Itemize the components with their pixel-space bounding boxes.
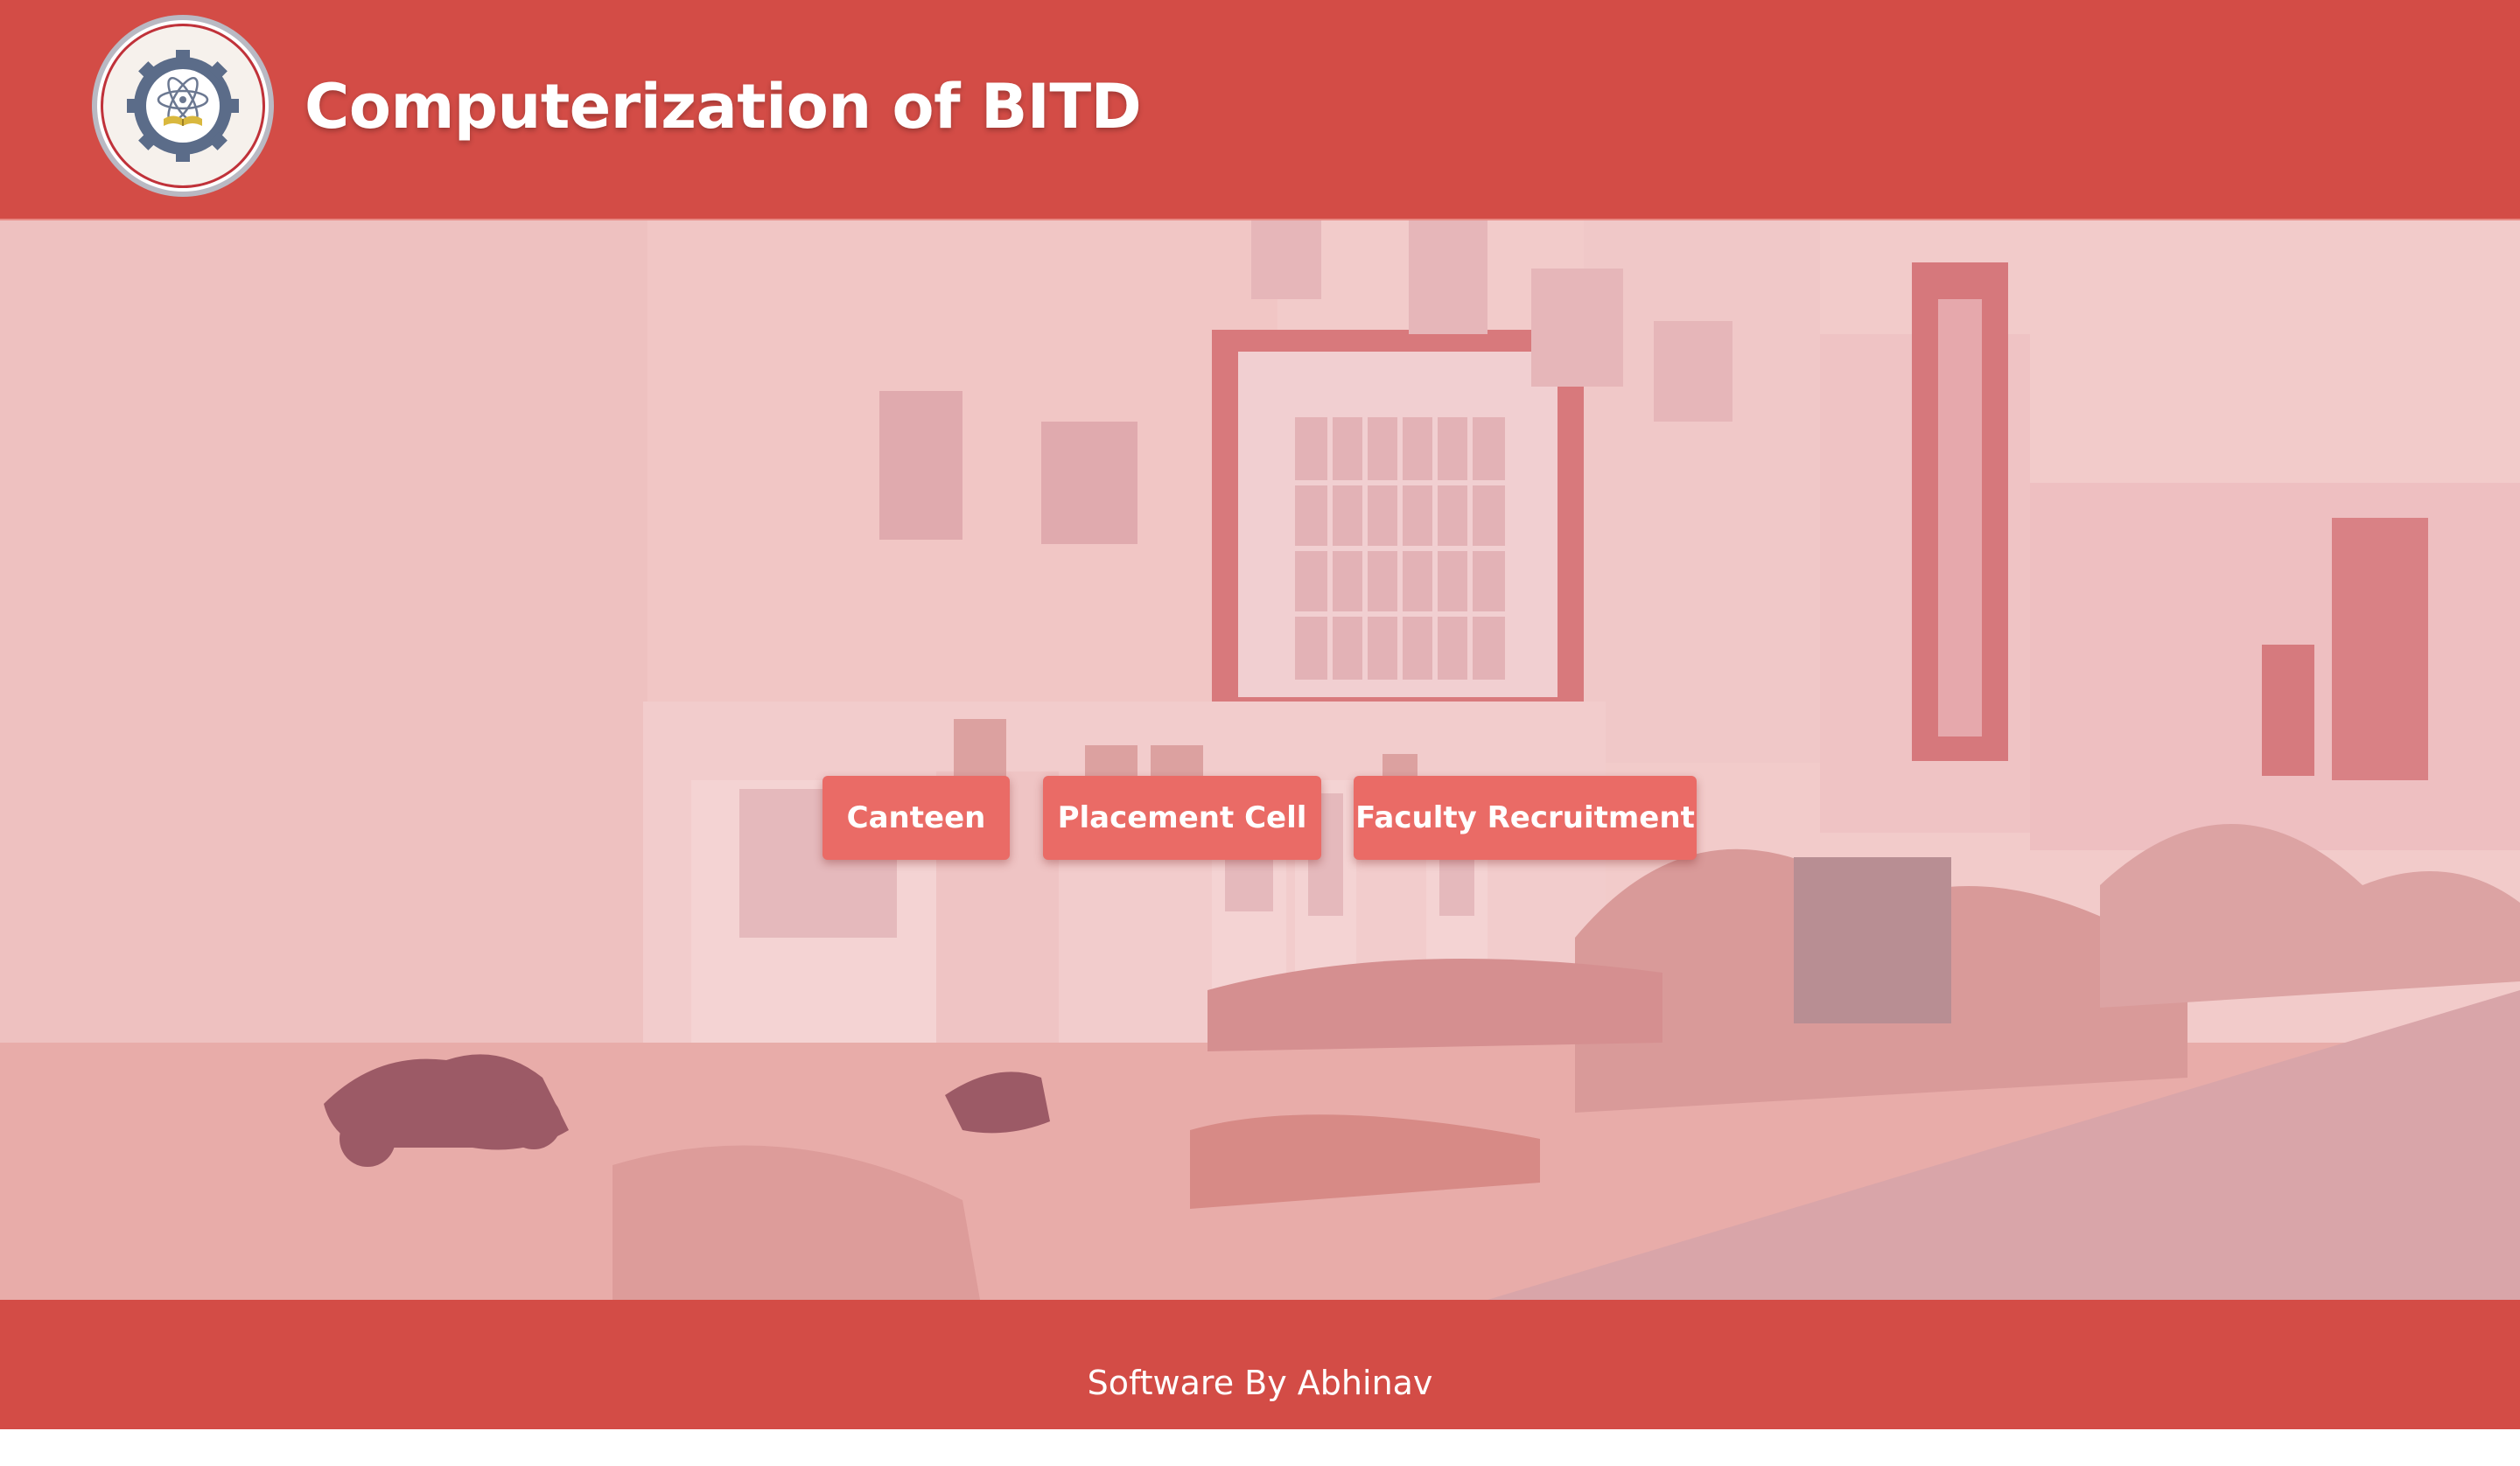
site-header: Computerization of BITD xyxy=(0,0,2520,220)
module-buttons: Canteen Placement Cell Faculty Recruitme… xyxy=(0,776,2520,860)
footer-credit: Software By Abhinav xyxy=(1087,1364,1433,1402)
page-title: Computerization of BITD xyxy=(304,71,1142,143)
canteen-button[interactable]: Canteen xyxy=(822,776,1010,860)
institute-logo xyxy=(92,15,274,197)
campus-hero-image: Canteen Placement Cell Faculty Recruitme… xyxy=(0,220,2520,1300)
faculty-recruitment-button[interactable]: Faculty Recruitment xyxy=(1354,776,1697,860)
placement-cell-button[interactable]: Placement Cell xyxy=(1043,776,1321,860)
site-footer: Software By Abhinav xyxy=(0,1300,2520,1429)
